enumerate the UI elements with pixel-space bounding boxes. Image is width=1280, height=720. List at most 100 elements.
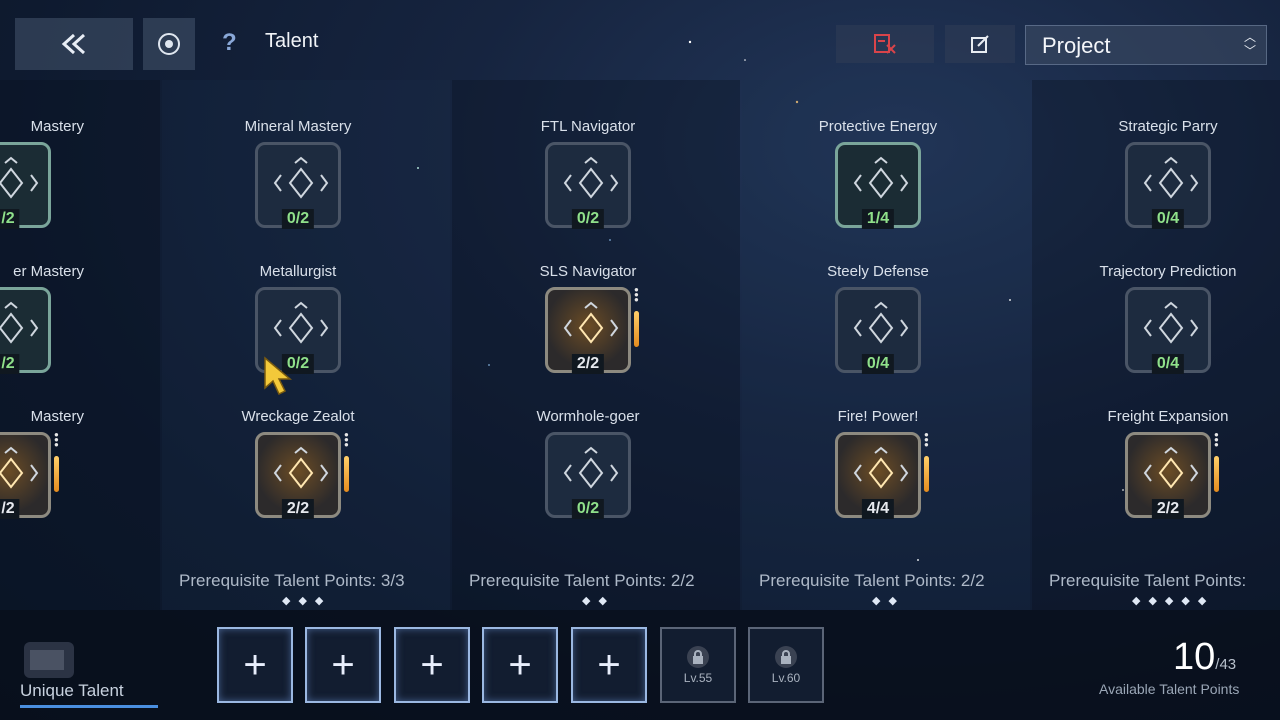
edit-button[interactable] [945, 25, 1015, 63]
progress-bar [344, 456, 349, 492]
reset-button[interactable] [143, 18, 195, 70]
talent-name-label: Metallurgist [259, 263, 337, 280]
talent-level-count: 0/2 [571, 499, 605, 519]
talent-level-count: 1/4 [861, 209, 895, 229]
talent-level-count: 4/4 [861, 499, 895, 519]
talent-symbol-icon [1143, 446, 1199, 489]
talent-symbol-icon [0, 156, 39, 199]
talent-name-label: Fire! Power! [837, 408, 919, 425]
talent-name-label: FTL Navigator [540, 118, 636, 135]
talent-name-label: Mineral Mastery [244, 118, 352, 135]
project-select-value: Project [1042, 33, 1111, 58]
talent-level-count: 0/4 [1151, 209, 1185, 229]
talent-node[interactable]: 2/2 [255, 432, 341, 519]
talent-level-count: 0/2 [281, 209, 315, 229]
talent-node[interactable]: 2/2 [545, 287, 631, 374]
talent-node[interactable]: 0/2 [545, 432, 631, 519]
talent-node[interactable]: 0/2 [545, 142, 631, 229]
unique-slot[interactable]: + [394, 627, 470, 703]
talent-name-label: Mastery [30, 118, 84, 135]
points-total: /43 [1215, 656, 1237, 673]
progress-bar [634, 311, 639, 347]
talent-node[interactable]: /2 [0, 142, 51, 229]
talent-symbol-icon [1143, 156, 1199, 199]
edit-icon [971, 35, 989, 53]
talent-level-count: 2/2 [571, 354, 605, 374]
talent-name-label: Trajectory Prediction [1099, 263, 1237, 280]
prereq-text: Prerequisite Talent Points: [1049, 571, 1247, 590]
points-value: 10 [1173, 636, 1216, 678]
talent-name: Mastery [0, 118, 98, 135]
talent-name: Strategic Parry [1078, 118, 1258, 135]
help-icon[interactable]: ? [222, 29, 237, 57]
talent-symbol-icon [853, 446, 909, 489]
talent-symbol-icon [563, 156, 619, 199]
talent-symbol-icon [853, 301, 909, 344]
talent-level-count: 0/4 [861, 354, 895, 374]
talent-node[interactable]: 0/2 [255, 142, 341, 229]
locked-slot-level: Lv.55 [683, 670, 713, 685]
talent-node[interactable]: 0/4 [835, 287, 921, 374]
talent-node[interactable]: /2 [0, 432, 51, 519]
tab-underline [20, 705, 158, 708]
talent-symbol-icon [273, 156, 329, 199]
talent-name: Mastery [0, 408, 98, 425]
talent-node[interactable]: 4/4 [835, 432, 921, 519]
talent-name-label: Steely Defense [827, 263, 929, 280]
more-icon[interactable]: ● ● ● [634, 286, 639, 304]
clear-button[interactable] [836, 25, 934, 63]
talent-level-count: 0/2 [571, 209, 605, 229]
back-button[interactable] [15, 18, 133, 70]
double-chevron-left-icon [61, 33, 86, 55]
talent-node[interactable]: 0/4 [1125, 287, 1211, 374]
more-icon[interactable]: ● ● ● [344, 431, 349, 449]
prereq-text: Prerequisite Talent Points: 3/3 [179, 571, 405, 590]
talent-name-label: Wormhole-goer [536, 408, 640, 425]
talent-name: Protective Energy [788, 118, 968, 135]
talent-name: Wreckage Zealot [208, 408, 388, 425]
prereq-text: Prerequisite Talent Points: 2/2 [759, 571, 985, 590]
talent-name-label: Freight Expansion [1107, 408, 1229, 425]
reset-icon [158, 33, 180, 55]
updown-chevron-icon: ︿ ﹀ [1243, 30, 1256, 58]
more-icon[interactable]: ● ● ● [54, 431, 59, 449]
talent-name: FTL Navigator [498, 118, 678, 135]
talent-name: Metallurgist [208, 263, 388, 280]
talent-symbol-icon [853, 156, 909, 199]
available-points-label: Available Talent Points [1099, 681, 1240, 697]
talent-name: Trajectory Prediction [1078, 263, 1258, 280]
prereq-diamonds: ◆◆◆◆◆ [1132, 595, 1215, 607]
talent-symbol-icon [0, 301, 39, 344]
talent-name: er Mastery [0, 263, 98, 280]
prereq-diamonds: ◆◆ [872, 595, 905, 607]
locked-slot-level: Lv.60 [771, 670, 801, 685]
talent-symbol-icon [273, 446, 329, 489]
more-icon[interactable]: ● ● ● [1214, 431, 1219, 449]
talent-name-label: SLS Navigator [539, 263, 637, 280]
talent-name: Mineral Mastery [208, 118, 388, 135]
more-icon[interactable]: ● ● ● [924, 431, 929, 449]
prereq-text: Prerequisite Talent Points: 2/2 [469, 571, 695, 590]
unique-slot[interactable]: + [571, 627, 647, 703]
talent-node[interactable]: 0/4 [1125, 142, 1211, 229]
clear-list-icon [874, 34, 896, 54]
talent-node[interactable]: 1/4 [835, 142, 921, 229]
page-title: Talent [265, 30, 319, 52]
locked-slot[interactable]: Lv.55 [660, 627, 736, 703]
locked-slot[interactable]: Lv.60 [748, 627, 824, 703]
prereq-diamonds: ◆◆ [582, 595, 615, 607]
talent-symbol-icon [273, 301, 329, 344]
talent-name-label: Wreckage Zealot [241, 408, 355, 425]
talent-node[interactable]: 2/2 [1125, 432, 1211, 519]
unique-slot[interactable]: + [217, 627, 293, 703]
unique-slot[interactable]: + [482, 627, 558, 703]
talent-level-count: 2/2 [1151, 499, 1185, 519]
talent-node[interactable]: /2 [0, 287, 51, 374]
unique-slot[interactable]: + [305, 627, 381, 703]
unique-talent-icon [24, 642, 74, 678]
unique-talent-tab[interactable]: Unique Talent [20, 681, 124, 701]
talent-name: Freight Expansion [1078, 408, 1258, 425]
talent-name-label: Mastery [30, 408, 84, 425]
project-select[interactable]: Project ︿ ﹀ [1025, 25, 1267, 65]
prereq-diamonds: ◆◆◆ [282, 595, 332, 607]
